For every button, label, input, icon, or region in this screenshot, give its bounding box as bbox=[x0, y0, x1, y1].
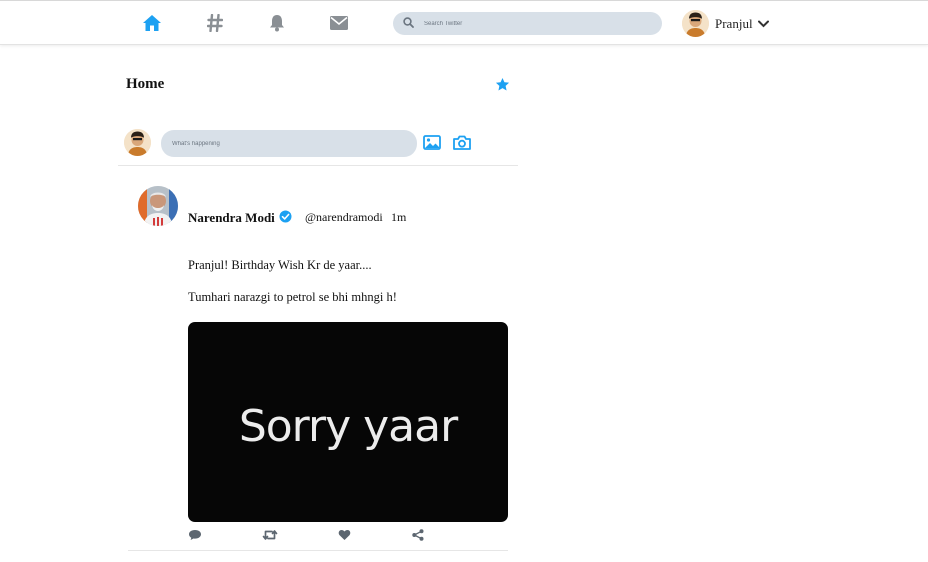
image-icon[interactable] bbox=[423, 135, 441, 155]
top-navbar: Pranjul bbox=[0, 0, 928, 45]
star-icon[interactable] bbox=[495, 77, 510, 97]
compose-input[interactable] bbox=[161, 130, 417, 157]
camera-icon[interactable] bbox=[453, 135, 471, 155]
retweet-icon[interactable] bbox=[262, 528, 278, 546]
tweet-text-line: Pranjul! Birthday Wish Kr de yaar.... bbox=[188, 258, 372, 272]
avatar bbox=[682, 10, 709, 37]
tweet-author-avatar[interactable] bbox=[138, 186, 178, 226]
tweet-media[interactable]: Sorry yaar bbox=[188, 322, 508, 522]
search-input[interactable] bbox=[424, 20, 624, 27]
tweet-text-line: Tumhari narazgi to petrol se bhi mhngi h… bbox=[188, 290, 397, 304]
verified-badge-icon bbox=[279, 210, 292, 228]
home-icon[interactable] bbox=[141, 12, 163, 34]
profile-menu[interactable]: Pranjul bbox=[682, 10, 769, 37]
tweet-author-handle[interactable]: @narendramodi bbox=[305, 210, 383, 225]
share-icon[interactable] bbox=[412, 528, 424, 546]
profile-name: Pranjul bbox=[715, 15, 753, 31]
divider bbox=[128, 550, 508, 551]
bell-icon[interactable] bbox=[266, 12, 288, 34]
reply-icon[interactable] bbox=[188, 528, 202, 546]
chevron-down-icon bbox=[757, 15, 769, 33]
hashtag-icon[interactable] bbox=[204, 12, 226, 34]
page-title: Home bbox=[126, 76, 165, 92]
composer-avatar bbox=[124, 129, 151, 156]
tweet-timestamp: 1m bbox=[391, 210, 407, 224]
search-icon bbox=[403, 15, 414, 33]
search-bar[interactable] bbox=[393, 12, 662, 35]
mail-icon[interactable] bbox=[328, 12, 350, 34]
divider bbox=[118, 165, 518, 166]
media-caption: Sorry yaar bbox=[238, 400, 458, 452]
heart-icon[interactable] bbox=[338, 528, 351, 546]
tweet-author-name[interactable]: Narendra Modi bbox=[188, 210, 275, 226]
